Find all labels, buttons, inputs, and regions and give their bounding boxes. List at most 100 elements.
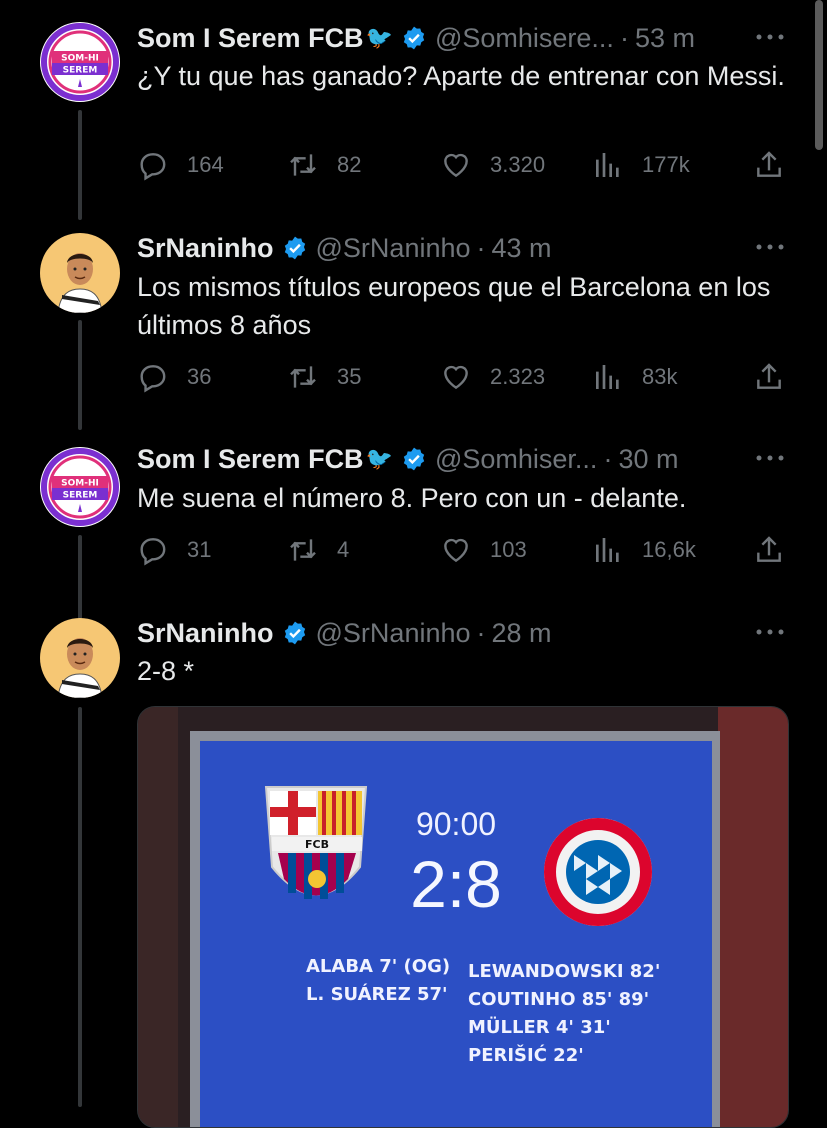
heart-icon bbox=[444, 538, 468, 563]
share-button[interactable] bbox=[753, 532, 785, 568]
separator-dot: · bbox=[476, 232, 486, 263]
views-button[interactable]: 177k bbox=[592, 147, 690, 183]
tweet[interactable]: SOM-HI SEREM Som I Serem FCB 🐦 @Somhiser… bbox=[0, 0, 827, 220]
retweet-icon bbox=[290, 154, 316, 176]
view-count: 177k bbox=[642, 152, 690, 177]
away-scorer-3: MÜLLER 4' 31' bbox=[468, 1016, 611, 1038]
avatar[interactable] bbox=[40, 618, 120, 698]
display-name[interactable]: Som I Serem FCB bbox=[137, 444, 364, 475]
like-count: 103 bbox=[490, 537, 527, 562]
svg-text:SEREM: SEREM bbox=[63, 66, 98, 76]
reply-button[interactable]: 36 bbox=[137, 359, 211, 395]
avatar[interactable]: SOM-HI SEREM bbox=[40, 22, 120, 102]
more-options-icon[interactable] bbox=[755, 242, 785, 252]
reply-count: 31 bbox=[187, 537, 212, 562]
share-icon bbox=[757, 151, 781, 177]
tweet[interactable]: SrNaninho @SrNaninho · 43 m Los mismos t… bbox=[0, 210, 827, 430]
retweet-count: 35 bbox=[337, 364, 362, 389]
svg-text:SOM-HI: SOM-HI bbox=[61, 479, 99, 489]
retweet-button[interactable]: 4 bbox=[287, 532, 349, 568]
home-scorer-1: ALABA 7' (OG) bbox=[306, 956, 450, 977]
away-scorer-4: PERIŠIĆ 22' bbox=[468, 1044, 584, 1066]
display-name[interactable]: SrNaninho bbox=[137, 233, 274, 264]
away-scorer-1: LEWANDOWSKI 82' bbox=[468, 961, 660, 982]
retweet-button[interactable]: 82 bbox=[287, 147, 361, 183]
timestamp[interactable]: 53 m bbox=[635, 23, 695, 54]
like-button[interactable]: 2.323 bbox=[440, 359, 545, 395]
views-button[interactable]: 83k bbox=[592, 359, 677, 395]
reply-count: 164 bbox=[187, 152, 224, 177]
separator-dot: · bbox=[603, 443, 613, 474]
heart-icon bbox=[444, 153, 468, 178]
reply-icon bbox=[140, 538, 166, 566]
handle[interactable]: @Somhisere... bbox=[435, 23, 614, 54]
tweet[interactable]: SOM-HI SEREM Som I Serem FCB 🐦 @Somhiser… bbox=[0, 425, 827, 625]
more-options-icon[interactable] bbox=[755, 32, 785, 42]
som-hi-serem-logo: SOM-HI SEREM bbox=[41, 23, 119, 101]
tweet-text: Me suena el número 8. Pero con un - dela… bbox=[137, 483, 687, 513]
verified-badge-icon bbox=[403, 447, 425, 471]
away-scorer-2: COUTINHO 85' 89' bbox=[468, 989, 649, 1010]
verified-badge-icon bbox=[284, 621, 305, 645]
display-name[interactable]: Som I Serem FCB bbox=[137, 23, 364, 54]
reply-count: 36 bbox=[187, 364, 212, 389]
timestamp[interactable]: 30 m bbox=[618, 444, 678, 475]
share-icon bbox=[757, 363, 781, 389]
home-scorer-2: L. SUÁREZ 57' bbox=[306, 983, 448, 1005]
handle[interactable]: @SrNaninho bbox=[316, 233, 471, 264]
share-button[interactable] bbox=[753, 147, 785, 183]
separator-dot: · bbox=[619, 22, 629, 53]
verified-badge-icon bbox=[284, 236, 305, 260]
view-count: 83k bbox=[642, 364, 678, 389]
avatar[interactable] bbox=[40, 233, 120, 313]
separator-dot: · bbox=[476, 617, 486, 648]
more-options-icon[interactable] bbox=[755, 627, 785, 637]
verified-badge-icon bbox=[403, 26, 425, 50]
analytics-icon bbox=[596, 365, 619, 389]
retweet-count: 82 bbox=[337, 152, 362, 177]
svg-text:SOM-HI: SOM-HI bbox=[61, 54, 99, 64]
svg-text:SEREM: SEREM bbox=[63, 491, 98, 501]
thread-line bbox=[78, 535, 82, 625]
timestamp[interactable]: 43 m bbox=[492, 233, 552, 264]
tweet-text: ¿Y tu que has ganado? Aparte de entrenar… bbox=[137, 61, 785, 91]
view-count: 16,6k bbox=[642, 537, 696, 562]
retweet-count: 4 bbox=[337, 537, 350, 562]
cartoon-avatar-image bbox=[57, 253, 103, 313]
thread-line bbox=[78, 320, 82, 430]
retweet-button[interactable]: 35 bbox=[287, 359, 361, 395]
tweet-media-image[interactable]: FCB 90:00 2:8 ALABA 7' (OG) L. SUÁREZ 57… bbox=[137, 706, 789, 1128]
scrollbar[interactable] bbox=[815, 0, 823, 150]
more-options-icon[interactable] bbox=[755, 453, 785, 463]
handle[interactable]: @SrNaninho bbox=[316, 618, 471, 649]
bayern-crest bbox=[544, 818, 652, 926]
tweet-text: Los mismos títulos europeos que el Barce… bbox=[137, 272, 771, 340]
display-name[interactable]: SrNaninho bbox=[137, 618, 274, 649]
reply-button[interactable]: 31 bbox=[137, 532, 211, 568]
som-hi-serem-logo: SOM-HI SEREM bbox=[41, 448, 119, 526]
timestamp[interactable]: 28 m bbox=[492, 618, 552, 649]
retweet-icon bbox=[290, 366, 316, 388]
reply-icon bbox=[140, 153, 166, 181]
handle[interactable]: @Somhiser... bbox=[435, 444, 597, 475]
views-button[interactable]: 16,6k bbox=[592, 532, 696, 568]
share-icon bbox=[757, 536, 781, 562]
share-button[interactable] bbox=[753, 359, 785, 395]
svg-text:FCB: FCB bbox=[305, 838, 329, 851]
like-button[interactable]: 103 bbox=[440, 532, 527, 568]
thread-line bbox=[78, 110, 82, 220]
retweet-icon bbox=[290, 539, 316, 561]
cartoon-avatar-image bbox=[57, 638, 103, 698]
bird-emoji: 🐦 bbox=[365, 446, 393, 471]
heart-icon bbox=[444, 365, 468, 390]
analytics-icon bbox=[596, 153, 619, 177]
thread-line bbox=[78, 707, 82, 1107]
tweet-text: 2-8 * bbox=[137, 656, 195, 686]
bird-emoji: 🐦 bbox=[365, 25, 393, 50]
avatar[interactable]: SOM-HI SEREM bbox=[40, 447, 120, 527]
reply-icon bbox=[140, 365, 166, 393]
match-score: 2:8 bbox=[410, 847, 502, 921]
reply-button[interactable]: 164 bbox=[137, 147, 224, 183]
like-count: 3.320 bbox=[490, 152, 546, 177]
like-button[interactable]: 3.320 bbox=[440, 147, 545, 183]
